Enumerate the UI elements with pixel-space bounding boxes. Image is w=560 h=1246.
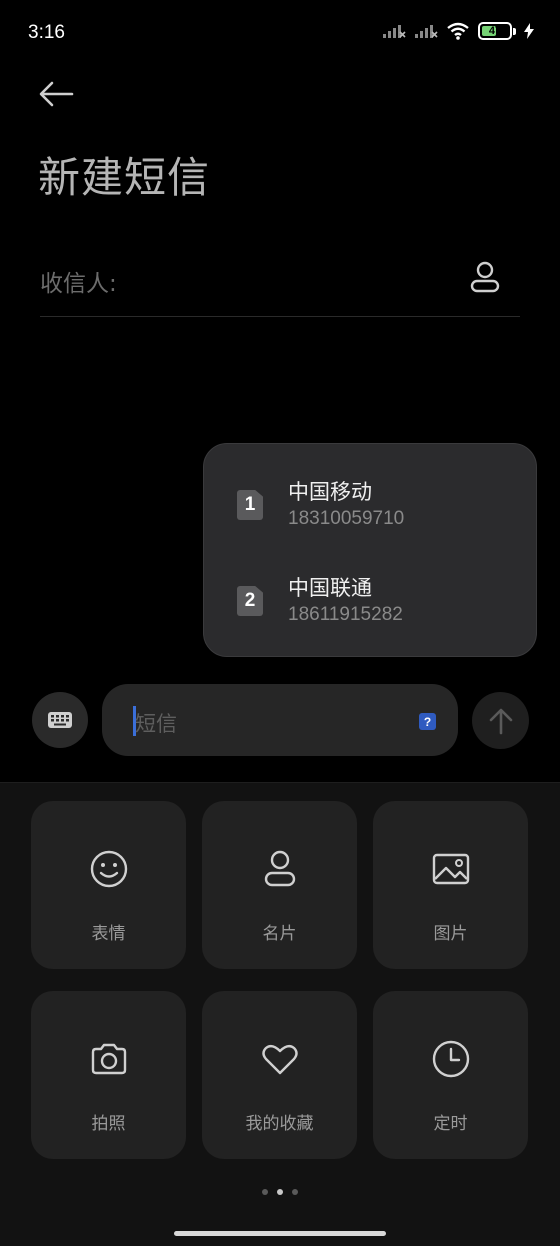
recipient-label: 收信人: [40,271,117,297]
status-icons: 47 [382,22,534,40]
battery-icon: 47 [478,22,512,40]
sim-option-1[interactable]: 1 中国移动 18310059710 [204,464,536,550]
image-icon [432,853,469,885]
arrow-up-icon [489,708,512,734]
emoji-icon [90,850,127,888]
send-button[interactable] [472,692,529,749]
battery-level: 47 [488,25,502,37]
attach-camera-button[interactable]: 拍照 [31,991,186,1159]
sim-card-1-icon: 1 [237,490,263,520]
compose-bar: 短信 ? [0,680,560,762]
sim-selection-popup: 1 中国移动 18310059710 2 中国联通 18611915282 [203,443,537,657]
sim-phone-number: 18611915282 [288,604,403,625]
attach-schedule-button[interactable]: 定时 [373,991,528,1159]
signal-1-off-icon [383,25,406,38]
sim-carrier-name: 中国移动 [288,480,372,504]
contact-card-icon [264,850,295,887]
status-time: 3:16 [28,22,65,43]
sim-phone-number: 18310059710 [288,508,405,529]
page-title: 新建短信 [38,153,211,202]
message-placeholder: 短信 [135,712,177,736]
help-icon[interactable]: ? [419,713,436,730]
back-button[interactable] [38,78,76,110]
select-contact-button[interactable] [468,260,502,294]
attach-image-button[interactable]: 图片 [373,801,528,969]
arrow-left-icon [39,81,74,107]
person-icon [470,261,500,293]
sim-card-2-icon: 2 [237,586,263,616]
attach-contact-card-button[interactable]: 名片 [202,801,357,969]
wifi-icon [447,22,469,40]
tile-label: 定时 [433,1114,468,1134]
tile-label: 名片 [262,924,297,944]
attach-favorites-button[interactable]: 我的收藏 [202,991,357,1159]
tile-label: 我的收藏 [245,1114,314,1134]
clock-icon [432,1040,469,1078]
message-input[interactable]: 短信 ? [102,684,458,756]
attachment-panel: 表情 名片 图片 拍照 我的收藏 定时 [0,782,560,1246]
recipient-field[interactable]: 收信人: [40,250,520,317]
signal-2-off-icon [415,25,438,38]
page-dot [262,1189,268,1195]
camera-icon [91,1043,126,1075]
heart-icon [261,1044,298,1075]
keyboard-icon [48,712,72,728]
tile-label: 图片 [433,924,468,944]
page-dot [292,1189,298,1195]
charging-icon [524,23,534,39]
attach-emoji-button[interactable]: 表情 [31,801,186,969]
keyboard-toggle-button[interactable] [32,692,88,748]
status-bar: 3:16 47 [0,0,560,68]
page-dot-active [277,1189,283,1195]
page-indicator [0,1189,560,1195]
sim-option-2[interactable]: 2 中国联通 18611915282 [204,560,536,646]
home-indicator[interactable] [174,1231,386,1236]
tile-label: 拍照 [91,1114,126,1134]
sim-carrier-name: 中国联通 [288,576,372,600]
tile-label: 表情 [91,924,126,944]
